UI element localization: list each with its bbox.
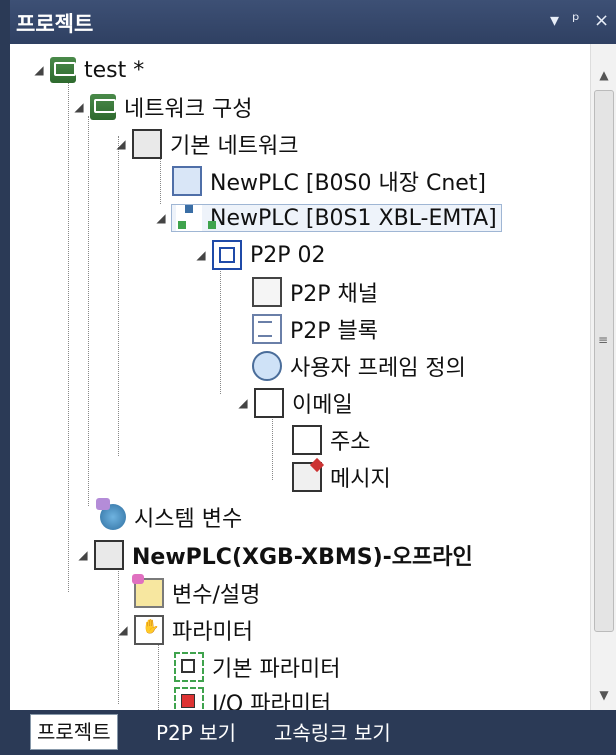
expand-icon[interactable]: ◢ (76, 548, 90, 562)
pin-icon[interactable]: ᵖ (572, 10, 580, 31)
node-label: NewPLC [B0S0 내장 Cnet] (210, 171, 487, 196)
tab-p2p-view[interactable]: P2P 보기 (156, 716, 236, 750)
tree-line (68, 82, 69, 592)
close-icon[interactable]: × (594, 10, 609, 31)
tree-line (88, 116, 89, 506)
variable-icon (132, 574, 164, 608)
expand-icon[interactable]: ◢ (236, 396, 250, 410)
selected-node[interactable]: NewPLC [B0S1 XBL-EMTA] (171, 204, 502, 232)
node-label: 메시지 (330, 467, 391, 492)
io-parameter-icon (174, 687, 204, 710)
email-icon (254, 388, 284, 418)
node-label: I/O 파라미터 (212, 692, 332, 710)
address-book-icon (292, 425, 322, 455)
tree-node-email[interactable]: ◢ 이메일 (236, 385, 353, 421)
tree-node-plc-emta[interactable]: ◢ NewPLC [B0S1 XBL-EMTA] (154, 200, 502, 236)
bottom-tabs: 프로젝트 P2P 보기 고속링크 보기 (10, 710, 616, 755)
tree-node-p2p-channel[interactable]: P2P 채널 (252, 274, 378, 310)
tab-fast-link-view[interactable]: 고속링크 보기 (274, 716, 391, 750)
vertical-scrollbar[interactable]: ▲ ≡ ▼ (590, 44, 616, 710)
tree-line (272, 414, 273, 480)
tree-line (220, 254, 221, 394)
tree-line (118, 136, 119, 456)
node-label: 파라미터 (172, 620, 253, 645)
tree-node-parameter[interactable]: ◢ 파라미터 (116, 612, 253, 648)
node-label: 이메일 (292, 393, 353, 418)
basic-parameter-icon (174, 652, 204, 682)
node-label: 변수/설명 (172, 583, 261, 608)
tree-node-user-frame[interactable]: 사용자 프레임 정의 (252, 348, 466, 384)
tree-node-address[interactable]: 주소 (292, 422, 370, 458)
expand-icon[interactable]: ◢ (194, 248, 208, 262)
scroll-up-icon[interactable]: ▲ (591, 64, 616, 86)
p2p-icon (212, 240, 242, 270)
tree-node-plc-cnet[interactable]: NewPLC [B0S0 내장 Cnet] (172, 163, 486, 199)
dropdown-icon[interactable]: ▾ (550, 10, 559, 31)
block-icon (252, 314, 282, 344)
tree-view[interactable]: ◢ test * ◢ 네트워크 구성 ◢ 기본 네트워크 NewPLC [B0S… (10, 44, 616, 710)
node-label: 기본 네트워크 (170, 134, 299, 159)
tree-node-plc-offline[interactable]: ◢ NewPLC(XGB-XBMS)-오프라인 (76, 537, 473, 573)
node-label: 기본 파라미터 (212, 657, 341, 682)
cube-icon (132, 129, 162, 159)
cube-icon (94, 540, 124, 570)
project-panel: 프로젝트 ▾ ᵖ × ◢ test * ◢ 네트워크 구성 ◢ 기본 네트워크 … (0, 0, 616, 755)
parameter-icon (134, 615, 164, 645)
panel-titlebar: 프로젝트 ▾ ᵖ × (10, 0, 616, 44)
node-label: 사용자 프레임 정의 (290, 356, 466, 381)
message-icon (292, 462, 322, 492)
node-label: P2P 블록 (290, 319, 379, 344)
user-frame-icon (252, 351, 282, 381)
system-variable-icon (96, 498, 126, 530)
node-label: test * (84, 57, 145, 83)
tree-node-p2p-02[interactable]: ◢ P2P 02 (194, 237, 326, 273)
tree-node-basic-param[interactable]: 기본 파라미터 (174, 649, 340, 685)
node-label: P2P 채널 (290, 282, 379, 307)
tree-node-io-param[interactable]: I/O 파라미터 (174, 684, 331, 710)
tree-node-var-desc[interactable]: 변수/설명 (132, 574, 261, 611)
tab-project[interactable]: 프로젝트 (30, 714, 118, 750)
tree-node-system-vars[interactable]: 시스템 변수 (96, 498, 243, 535)
channel-icon (252, 277, 282, 307)
node-label: NewPLC [B0S1 XBL-EMTA] (210, 205, 497, 231)
node-label: P2P 02 (250, 242, 326, 268)
plc-icon (172, 166, 202, 196)
hub-icon (176, 205, 216, 231)
node-label: 네트워크 구성 (124, 97, 253, 122)
expand-icon[interactable]: ◢ (72, 100, 86, 114)
tree-node-message[interactable]: 메시지 (292, 459, 391, 495)
scroll-down-icon[interactable]: ▼ (591, 684, 616, 706)
panel-title: 프로젝트 (16, 12, 94, 36)
scrollbar-thumb[interactable] (594, 90, 614, 632)
expand-icon[interactable]: ◢ (32, 63, 46, 77)
project-tree: ◢ test * ◢ 네트워크 구성 ◢ 기본 네트워크 NewPLC [B0S… (10, 44, 590, 710)
tree-node-root[interactable]: ◢ test * (32, 52, 144, 88)
expand-icon[interactable]: ◢ (154, 211, 168, 225)
node-label: 주소 (330, 430, 371, 455)
tree-node-network-config[interactable]: ◢ 네트워크 구성 (72, 89, 252, 125)
network-icon (90, 94, 116, 120)
node-label: 시스템 변수 (134, 507, 243, 532)
grip-icon: ≡ (598, 333, 609, 347)
tree-node-basic-network[interactable]: ◢ 기본 네트워크 (114, 126, 298, 162)
network-icon (50, 57, 76, 83)
node-label: NewPLC(XGB-XBMS)-오프라인 (132, 545, 473, 570)
expand-icon[interactable]: ◢ (116, 623, 130, 637)
tree-node-p2p-block[interactable]: P2P 블록 (252, 311, 378, 347)
expand-icon[interactable]: ◢ (114, 137, 128, 151)
